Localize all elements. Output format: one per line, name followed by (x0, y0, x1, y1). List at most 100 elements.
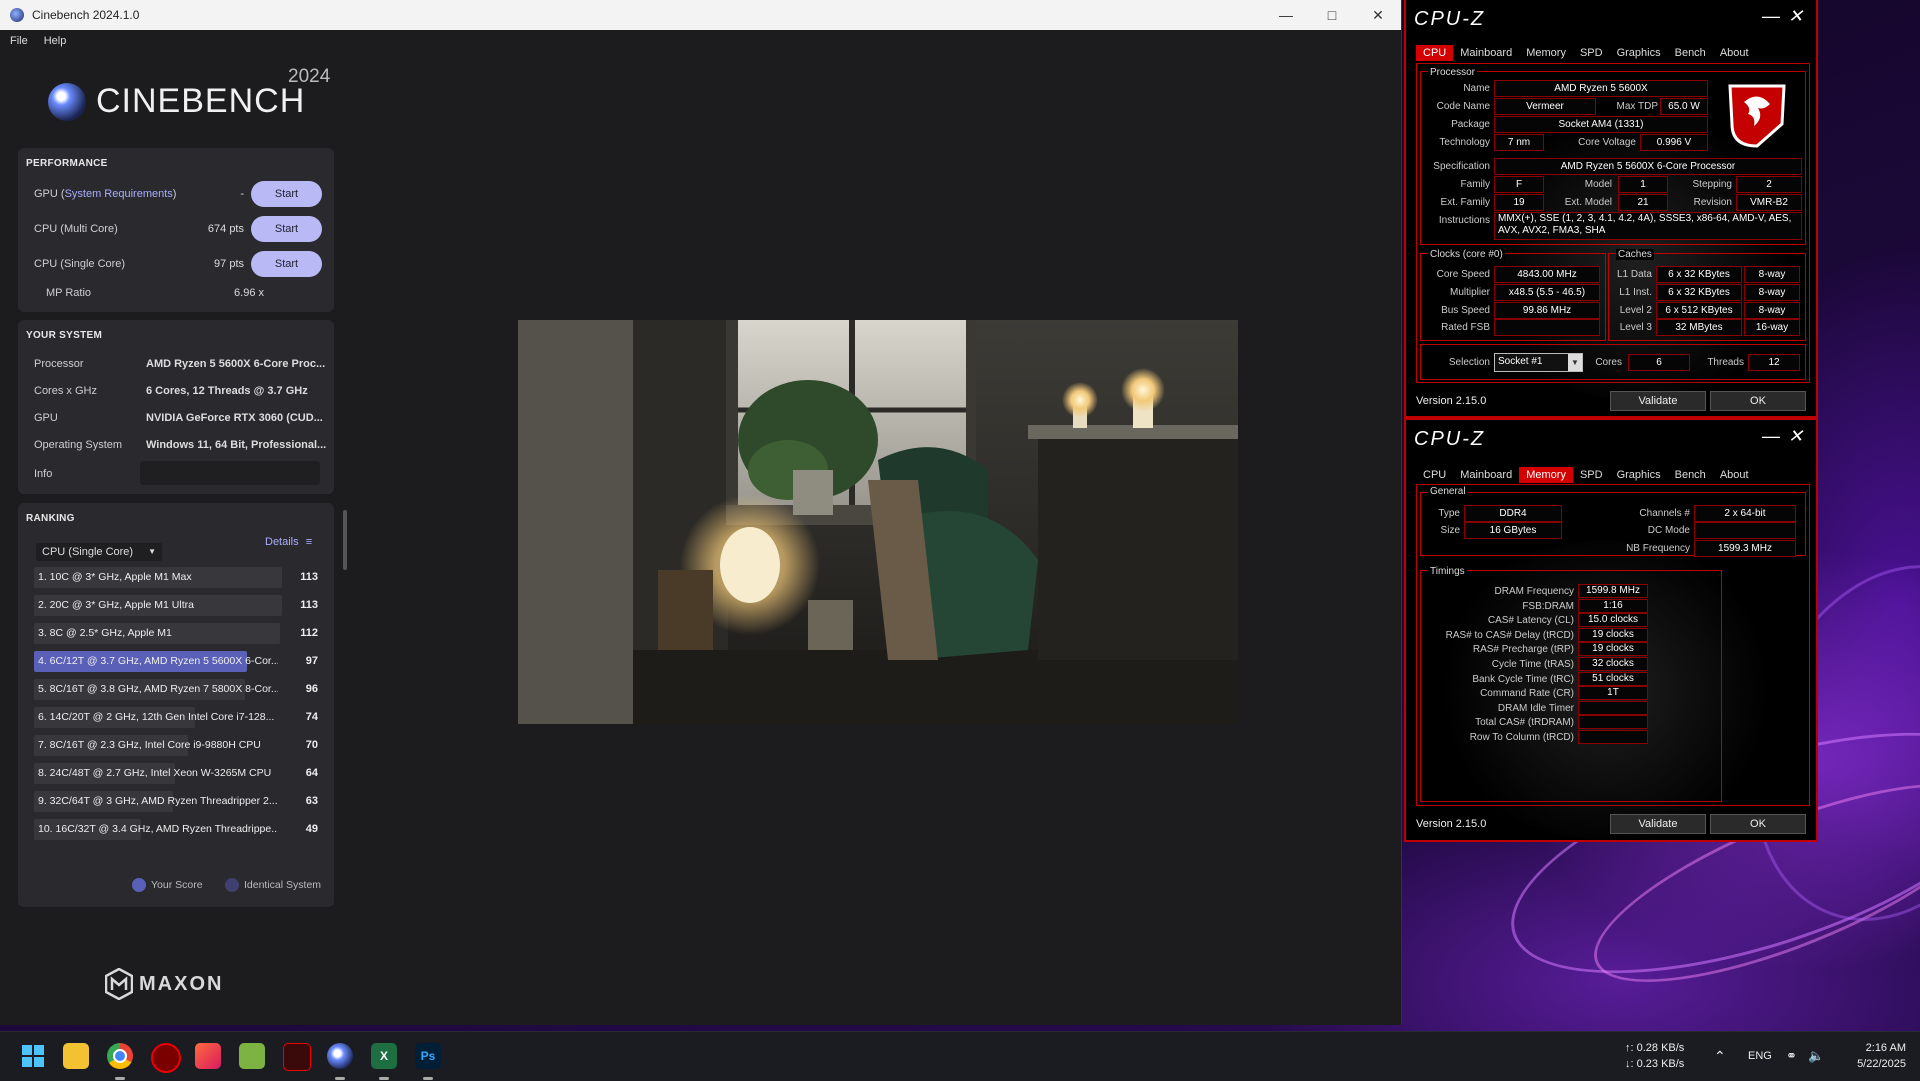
tab-bench[interactable]: Bench (1668, 467, 1713, 483)
office-icon[interactable] (195, 1043, 221, 1069)
tab-graphics[interactable]: Graphics (1610, 467, 1668, 483)
mp-ratio-value: 6.96 x (234, 287, 264, 299)
menu-help[interactable]: Help (44, 35, 67, 47)
ranking-score: 49 (305, 823, 318, 835)
ranking-row[interactable]: 10. 16C/32T @ 3.4 GHz, AMD Ryzen Threadr… (34, 819, 318, 840)
tab-bench[interactable]: Bench (1668, 45, 1713, 61)
ok-button[interactable]: OK (1710, 391, 1806, 411)
tab-memory[interactable]: Memory (1519, 45, 1573, 61)
clock-time[interactable]: 2:16 AM (1850, 1042, 1906, 1054)
cpuz-title: CPU-Z (1414, 7, 1486, 30)
tab-memory[interactable]: Memory (1519, 467, 1573, 483)
tab-spd[interactable]: SPD (1573, 467, 1610, 483)
threads-value: 12 (1748, 354, 1800, 371)
details-button[interactable]: Details ≡ (265, 536, 312, 548)
ranking-row[interactable]: 2. 20C @ 3* GHz, Apple M1 Ultra 113 (34, 595, 318, 616)
channels-value: 2 x 64-bit (1694, 505, 1796, 522)
ok-button[interactable]: OK (1710, 814, 1806, 834)
type-value: DDR4 (1464, 505, 1562, 522)
close-icon[interactable]: ✕ (1355, 0, 1401, 30)
timing-label: Row To Column (tRCD) (1469, 732, 1574, 743)
notepad-icon[interactable] (239, 1043, 265, 1069)
ranking-row[interactable]: 4. 6C/12T @ 3.7 GHz, AMD Ryzen 5 5600X 6… (34, 651, 318, 672)
windows-start-icon[interactable] (20, 1043, 46, 1069)
validate-button[interactable]: Validate (1610, 391, 1706, 411)
logo-year: 2024 (288, 66, 331, 87)
tab-graphics[interactable]: Graphics (1610, 45, 1668, 61)
cpu-single-start-button[interactable]: Start (251, 251, 322, 277)
tab-cpu[interactable]: CPU (1416, 467, 1453, 483)
info-field[interactable] (140, 461, 320, 485)
language-indicator[interactable]: ENG (1748, 1050, 1772, 1062)
specification-label: Specification (1433, 161, 1490, 172)
revision-label: Revision (1693, 197, 1732, 208)
render-preview (518, 320, 1238, 724)
level2-value: 6 x 512 KBytes (1656, 302, 1742, 319)
cpu-single-score: 97 pts (214, 258, 244, 270)
ranking-row[interactable]: 6. 14C/20T @ 2 GHz, 12th Gen Intel Core … (34, 707, 318, 728)
excel-icon[interactable]: X (371, 1043, 397, 1069)
validate-button[interactable]: Validate (1610, 814, 1706, 834)
your-system-panel: YOUR SYSTEM Processor AMD Ryzen 5 5600X … (18, 320, 334, 494)
tab-about[interactable]: About (1713, 45, 1756, 61)
ranking-score: 112 (300, 627, 318, 639)
tab-mainboard[interactable]: Mainboard (1453, 45, 1519, 61)
clock-date[interactable]: 5/22/2025 (1840, 1058, 1906, 1070)
gpu-start-button[interactable]: Start (251, 181, 322, 207)
ranking-row[interactable]: 1. 10C @ 3* GHz, Apple M1 Max 113 (34, 567, 318, 588)
minimize-icon[interactable]: — (1263, 0, 1309, 30)
ranking-scrollbar[interactable] (343, 510, 347, 570)
name-label: Name (1463, 83, 1490, 94)
general-group-title: General (1428, 486, 1468, 497)
close-icon[interactable]: ✕ (1788, 426, 1805, 447)
cinebench-icon[interactable] (327, 1043, 353, 1069)
logo-text: CINEBENCH (96, 82, 306, 120)
cpuz-cpu-window: CPU-Z — ✕ CPU Mainboard Memory SPD Graphics B… (1404, 0, 1818, 418)
ext-model-value: 21 (1618, 194, 1668, 211)
tab-mainboard[interactable]: Mainboard (1453, 467, 1519, 483)
family-label: Family (1460, 179, 1490, 190)
ranking-row[interactable]: 9. 32C/64T @ 3 GHz, AMD Ryzen Threadripp… (34, 791, 318, 812)
ranking-row[interactable]: 3. 8C @ 2.5* GHz, Apple M1 112 (34, 623, 318, 644)
close-icon[interactable]: ✕ (1788, 6, 1805, 27)
tab-about[interactable]: About (1713, 467, 1756, 483)
ranking-row[interactable]: 7. 8C/16T @ 2.3 GHz, Intel Core i9-9880H… (34, 735, 318, 756)
system-requirements-link[interactable]: System Requirements (65, 188, 173, 200)
core-voltage-value: 0.996 V (1640, 134, 1708, 151)
core-speed-value: 4843.00 MHz (1494, 266, 1600, 283)
maximize-icon[interactable]: □ (1309, 0, 1355, 30)
msi-center-icon[interactable] (151, 1043, 181, 1073)
wifi-icon[interactable]: ⚭ (1786, 1048, 1797, 1064)
channels-label: Channels # (1639, 508, 1690, 519)
instructions-label: Instructions (1438, 215, 1490, 226)
minimize-icon[interactable]: — (1762, 426, 1782, 447)
core-speed-label: Core Speed (1436, 269, 1490, 280)
gpu-value: NVIDIA GeForce RTX 3060 (CUD... (146, 412, 323, 424)
technology-label: Technology (1439, 137, 1490, 148)
l1-data-way: 8-way (1744, 266, 1800, 283)
ranking-dropdown[interactable]: CPU (Single Core) ▼ (36, 543, 162, 561)
rated-fsb-label: Rated FSB (1441, 322, 1490, 333)
cores-label: Cores x GHz (34, 385, 97, 397)
timings-group-title: Timings (1428, 566, 1467, 577)
ranking-row[interactable]: 8. 24C/48T @ 2.7 GHz, Intel Xeon W-3265M… (34, 763, 318, 784)
chevron-up-icon[interactable]: ⌃ (1714, 1048, 1726, 1065)
cpuz-title: CPU-Z (1414, 427, 1486, 450)
processor-value: AMD Ryzen 5 5600X 6-Core Proc... (146, 358, 326, 370)
minimize-icon[interactable]: — (1762, 6, 1782, 27)
ranking-row[interactable]: 5. 8C/16T @ 3.8 GHz, AMD Ryzen 7 5800X 8… (34, 679, 318, 700)
revision-value: VMR-B2 (1736, 194, 1802, 211)
selection-dropdown[interactable]: Socket #1 ▼ (1494, 353, 1583, 372)
level3-value: 32 MBytes (1656, 319, 1742, 336)
msi-afterburner-icon[interactable] (283, 1043, 311, 1071)
cpu-multi-start-button[interactable]: Start (251, 216, 322, 242)
chrome-icon[interactable] (107, 1043, 133, 1069)
photoshop-icon[interactable]: Ps (415, 1043, 441, 1069)
menu-file[interactable]: File (10, 35, 28, 47)
file-explorer-icon[interactable] (63, 1043, 89, 1069)
timing-label: FSB:DRAM (1522, 600, 1574, 612)
gpu-label: GPU (34, 412, 58, 424)
speaker-icon[interactable]: 🔈 (1808, 1048, 1824, 1064)
tab-spd[interactable]: SPD (1573, 45, 1610, 61)
tab-cpu[interactable]: CPU (1416, 45, 1454, 61)
